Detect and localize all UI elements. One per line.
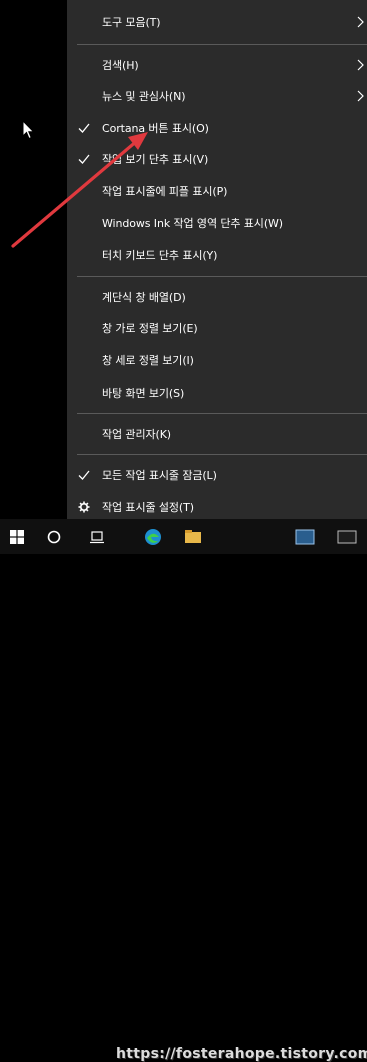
app-icon[interactable] bbox=[290, 519, 320, 554]
menu-item-show-task-view-button[interactable]: 작업 보기 단추 표시(V) bbox=[67, 144, 367, 174]
menu-separator bbox=[77, 276, 367, 277]
window-app-icon bbox=[295, 529, 315, 544]
cortana-circle-icon bbox=[47, 530, 61, 543]
task-view-icon[interactable] bbox=[88, 519, 108, 554]
menu-item-label: 창 세로 정렬 보기(I) bbox=[102, 354, 194, 367]
desktop-area bbox=[0, 0, 67, 519]
menu-item-taskbar-settings[interactable]: 작업 표시줄 설정(T) bbox=[67, 492, 367, 522]
chevron-right-icon bbox=[357, 59, 364, 71]
menu-item-label: 작업 보기 단추 표시(V) bbox=[102, 153, 209, 166]
menu-item-label: 계단식 창 배열(D) bbox=[102, 291, 186, 304]
menu-item-side-by-side-windows[interactable]: 창 세로 정렬 보기(I) bbox=[67, 345, 367, 375]
menu-item-label: 터치 키보드 단추 표시(Y) bbox=[102, 249, 218, 262]
checkmark-icon bbox=[78, 154, 90, 164]
tray-icon[interactable] bbox=[334, 519, 360, 554]
folder-icon bbox=[185, 529, 201, 543]
taskbar-context-menu: 도구 모음(T) 검색(H) 뉴스 및 관심사(N) Cortana 버튼 표시… bbox=[67, 0, 367, 519]
menu-item-show-windows-ink[interactable]: Windows Ink 작업 영역 단추 표시(W) bbox=[67, 208, 367, 238]
menu-item-show-cortana-button[interactable]: Cortana 버튼 표시(O) bbox=[67, 113, 367, 143]
menu-item-show-people[interactable]: 작업 표시줄에 피플 표시(P) bbox=[67, 176, 367, 206]
watermark-url: https://fosterahope.tistory.com bbox=[116, 1046, 367, 1062]
menu-item-stack-windows[interactable]: 창 가로 정렬 보기(E) bbox=[67, 313, 367, 343]
menu-item-show-touch-keyboard[interactable]: 터치 키보드 단추 표시(Y) bbox=[67, 240, 367, 270]
menu-item-lock-taskbar[interactable]: 모든 작업 표시줄 잠금(L) bbox=[67, 460, 367, 490]
menu-item-label: 모든 작업 표시줄 잠금(L) bbox=[102, 469, 217, 482]
menu-item-label: 작업 관리자(K) bbox=[102, 428, 171, 441]
menu-item-cascade-windows[interactable]: 계단식 창 배열(D) bbox=[67, 282, 367, 312]
edge-browser-icon bbox=[145, 528, 161, 545]
menu-separator bbox=[77, 413, 367, 414]
menu-item-label: Windows Ink 작업 영역 단추 표시(W) bbox=[102, 217, 283, 230]
edge-icon[interactable] bbox=[140, 519, 166, 554]
menu-item-label: 바탕 화면 보기(S) bbox=[102, 387, 185, 400]
menu-item-label: 작업 표시줄에 피플 표시(P) bbox=[102, 185, 228, 198]
menu-item-label: Cortana 버튼 표시(O) bbox=[102, 122, 209, 135]
menu-item-show-desktop[interactable]: 바탕 화면 보기(S) bbox=[67, 378, 367, 408]
app-icon[interactable] bbox=[180, 519, 206, 554]
checkmark-icon bbox=[78, 123, 90, 133]
menu-item-label: 검색(H) bbox=[102, 59, 139, 72]
menu-item-task-manager[interactable]: 작업 관리자(K) bbox=[67, 419, 367, 449]
search-circle-icon[interactable] bbox=[42, 519, 66, 554]
menu-item-news-interests[interactable]: 뉴스 및 관심사(N) bbox=[67, 81, 367, 111]
task-view-glyph-icon bbox=[90, 530, 104, 543]
menu-separator bbox=[77, 454, 367, 455]
menu-item-label: 창 가로 정렬 보기(E) bbox=[102, 322, 198, 335]
chevron-right-icon bbox=[357, 16, 364, 28]
menu-item-label: 도구 모음(T) bbox=[102, 16, 161, 29]
taskbar: https://fosterahope.tistory.com bbox=[0, 519, 367, 1062]
menu-item-label: 뉴스 및 관심사(N) bbox=[102, 90, 186, 103]
mouse-cursor-icon bbox=[22, 120, 35, 140]
menu-item-label: 작업 표시줄 설정(T) bbox=[102, 501, 194, 514]
windows-start-icon[interactable] bbox=[4, 519, 30, 554]
windows-logo-icon bbox=[10, 529, 24, 544]
menu-separator bbox=[77, 44, 367, 45]
menu-item-toolbars[interactable]: 도구 모음(T) bbox=[67, 7, 367, 37]
checkmark-icon bbox=[78, 470, 90, 480]
gear-icon bbox=[78, 501, 90, 513]
menu-item-search[interactable]: 검색(H) bbox=[67, 50, 367, 80]
tray-app-icon bbox=[337, 530, 357, 543]
chevron-right-icon bbox=[357, 90, 364, 102]
